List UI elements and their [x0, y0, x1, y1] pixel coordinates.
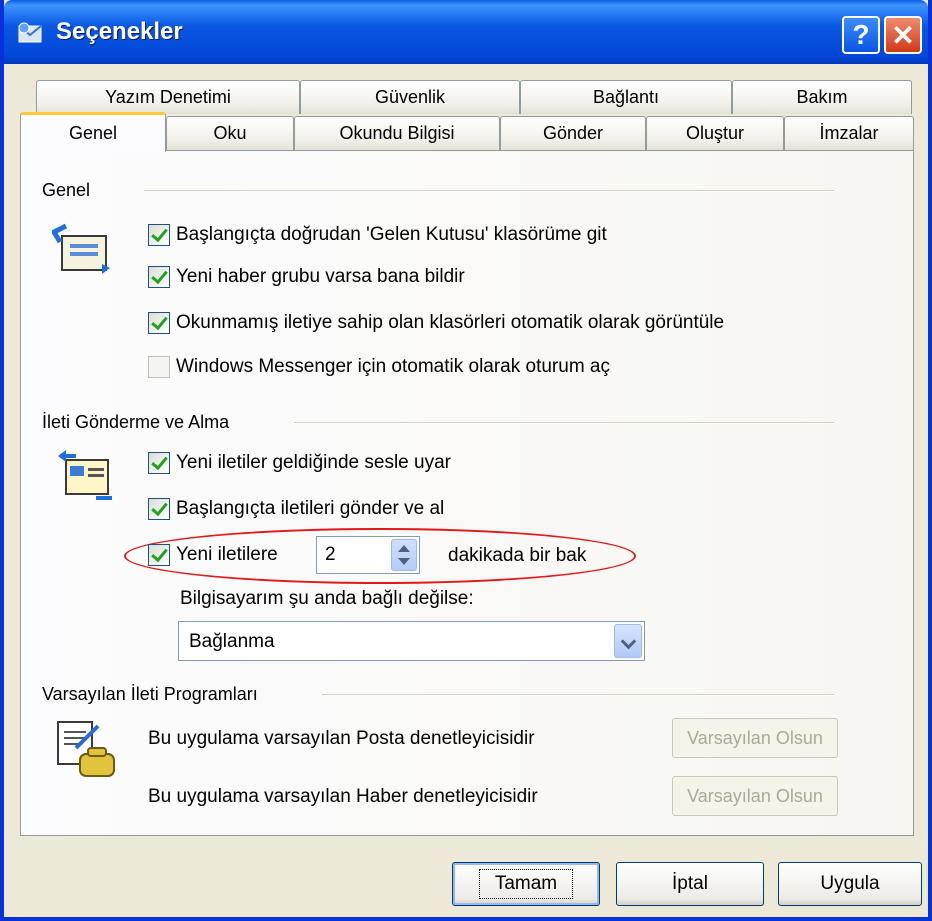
offline-select-value: Bağlanma	[189, 631, 275, 652]
tab-label: Okundu Bilgisi	[339, 123, 455, 143]
close-icon: ✕	[891, 19, 915, 51]
checkbox[interactable]	[148, 266, 170, 288]
window-title: Seçenekler	[56, 18, 183, 45]
tab-label: Güvenlik	[374, 87, 446, 107]
checkbox[interactable]	[148, 356, 170, 378]
interval-suffix: dakikada bir bak	[448, 545, 587, 566]
inbox-icon	[52, 223, 110, 274]
tab-label: İmzalar	[819, 123, 879, 143]
group-label-varsayilan: Varsayılan İleti Programları	[42, 684, 258, 704]
help-button[interactable]: ?	[842, 16, 880, 54]
option-label: Başlangıçta doğrudan 'Gelen Kutusu' klas…	[176, 224, 607, 245]
chevron-down-icon[interactable]	[614, 624, 642, 658]
option-label: Yeni iletilere	[176, 544, 278, 565]
option-label: Yeni haber grubu varsa bana bildir	[176, 266, 465, 287]
offline-label: Bilgisayarım şu anda bağlı değilse:	[180, 588, 474, 609]
tab-label: Oku	[213, 123, 247, 143]
button-label: İptal	[672, 873, 708, 894]
button-label: Varsayılan Olsun	[687, 785, 823, 806]
tab-olustur[interactable]: Oluştur	[646, 116, 784, 150]
make-default-news-button[interactable]: Varsayılan Olsun	[672, 776, 838, 816]
group-divider	[322, 694, 834, 696]
tab-label: Bakım	[796, 87, 848, 107]
group-label-ileti: İleti Gönderme ve Alma	[42, 412, 230, 432]
interval-value: 2	[325, 544, 336, 565]
mail-phone-icon	[57, 721, 115, 777]
option-label: Yeni iletiler geldiğinde sesle uyar	[176, 452, 451, 473]
tab-oku[interactable]: Oku	[166, 116, 294, 150]
tab-bakim[interactable]: Bakım	[732, 80, 912, 114]
tab-label: Gönder	[542, 123, 604, 143]
checkbox[interactable]	[148, 498, 170, 520]
option-send-receive-start[interactable]: Başlangıçta iletileri gönder ve al	[148, 498, 444, 520]
button-label: Uygula	[820, 873, 880, 894]
tab-genel[interactable]: Genel	[20, 112, 166, 152]
send-receive-icon	[58, 450, 112, 500]
group-divider	[294, 422, 834, 424]
option-newsgroup-notify[interactable]: Yeni haber grubu varsa bana bildir	[148, 266, 465, 288]
tab-okundu-bilgisi[interactable]: Okundu Bilgisi	[294, 116, 500, 150]
checkbox[interactable]	[148, 544, 170, 566]
checkbox[interactable]	[148, 224, 170, 246]
ok-button[interactable]: Tamam	[452, 862, 600, 906]
option-label: Windows Messenger için otomatik olarak o…	[176, 356, 611, 377]
tab-baglanti[interactable]: Bağlantı	[520, 80, 732, 114]
tab-label: Yazım Denetimi	[105, 87, 231, 107]
button-label: Tamam	[478, 869, 574, 899]
checkbox[interactable]	[148, 312, 170, 334]
group-label-genel: Genel	[42, 180, 91, 200]
cancel-button[interactable]: İptal	[616, 862, 764, 906]
tab-guvenlik[interactable]: Güvenlik	[300, 80, 520, 114]
offline-select[interactable]: Bağlanma	[178, 621, 645, 661]
close-button[interactable]: ✕	[884, 16, 922, 54]
mail-default-text: Bu uygulama varsayılan Posta denetleyici…	[148, 728, 535, 749]
outlook-express-icon	[18, 22, 42, 43]
help-icon: ?	[852, 19, 870, 50]
interval-spinner[interactable]: 2	[316, 536, 420, 574]
apply-button[interactable]: Uygula	[778, 862, 922, 906]
options-dialog: Seçenekler ? ✕ Yazım Denetimi Güvenlik B…	[0, 0, 932, 921]
checkbox[interactable]	[148, 452, 170, 474]
make-default-mail-button[interactable]: Varsayılan Olsun	[672, 718, 838, 758]
tab-yazim-denetimi[interactable]: Yazım Denetimi	[36, 80, 300, 114]
tab-imzalar[interactable]: İmzalar	[784, 116, 914, 150]
option-label: Başlangıçta iletileri gönder ve al	[176, 498, 445, 519]
title-bar[interactable]: Seçenekler ? ✕	[4, 0, 928, 64]
tab-gonder[interactable]: Gönder	[500, 116, 646, 150]
tab-label: Genel	[68, 123, 118, 143]
news-default-text: Bu uygulama varsayılan Haber denetleyici…	[148, 786, 538, 807]
spin-up-icon[interactable]	[398, 545, 410, 552]
tab-label: Oluştur	[685, 123, 745, 143]
spin-buttons[interactable]	[391, 539, 417, 571]
option-unread-folders[interactable]: Okunmamış iletiye sahip olan klasörleri …	[148, 312, 724, 334]
option-messenger-login[interactable]: Windows Messenger için otomatik olarak o…	[148, 356, 610, 378]
tab-label: Bağlantı	[592, 87, 660, 107]
option-sound-alert[interactable]: Yeni iletiler geldiğinde sesle uyar	[148, 452, 451, 474]
spin-down-icon[interactable]	[398, 558, 410, 565]
option-start-inbox[interactable]: Başlangıçta doğrudan 'Gelen Kutusu' klas…	[148, 224, 607, 246]
button-label: Varsayılan Olsun	[687, 727, 823, 748]
option-label: Okunmamış iletiye sahip olan klasörleri …	[176, 312, 725, 333]
group-divider	[144, 190, 834, 192]
option-check-interval[interactable]: Yeni iletilere	[148, 544, 278, 566]
